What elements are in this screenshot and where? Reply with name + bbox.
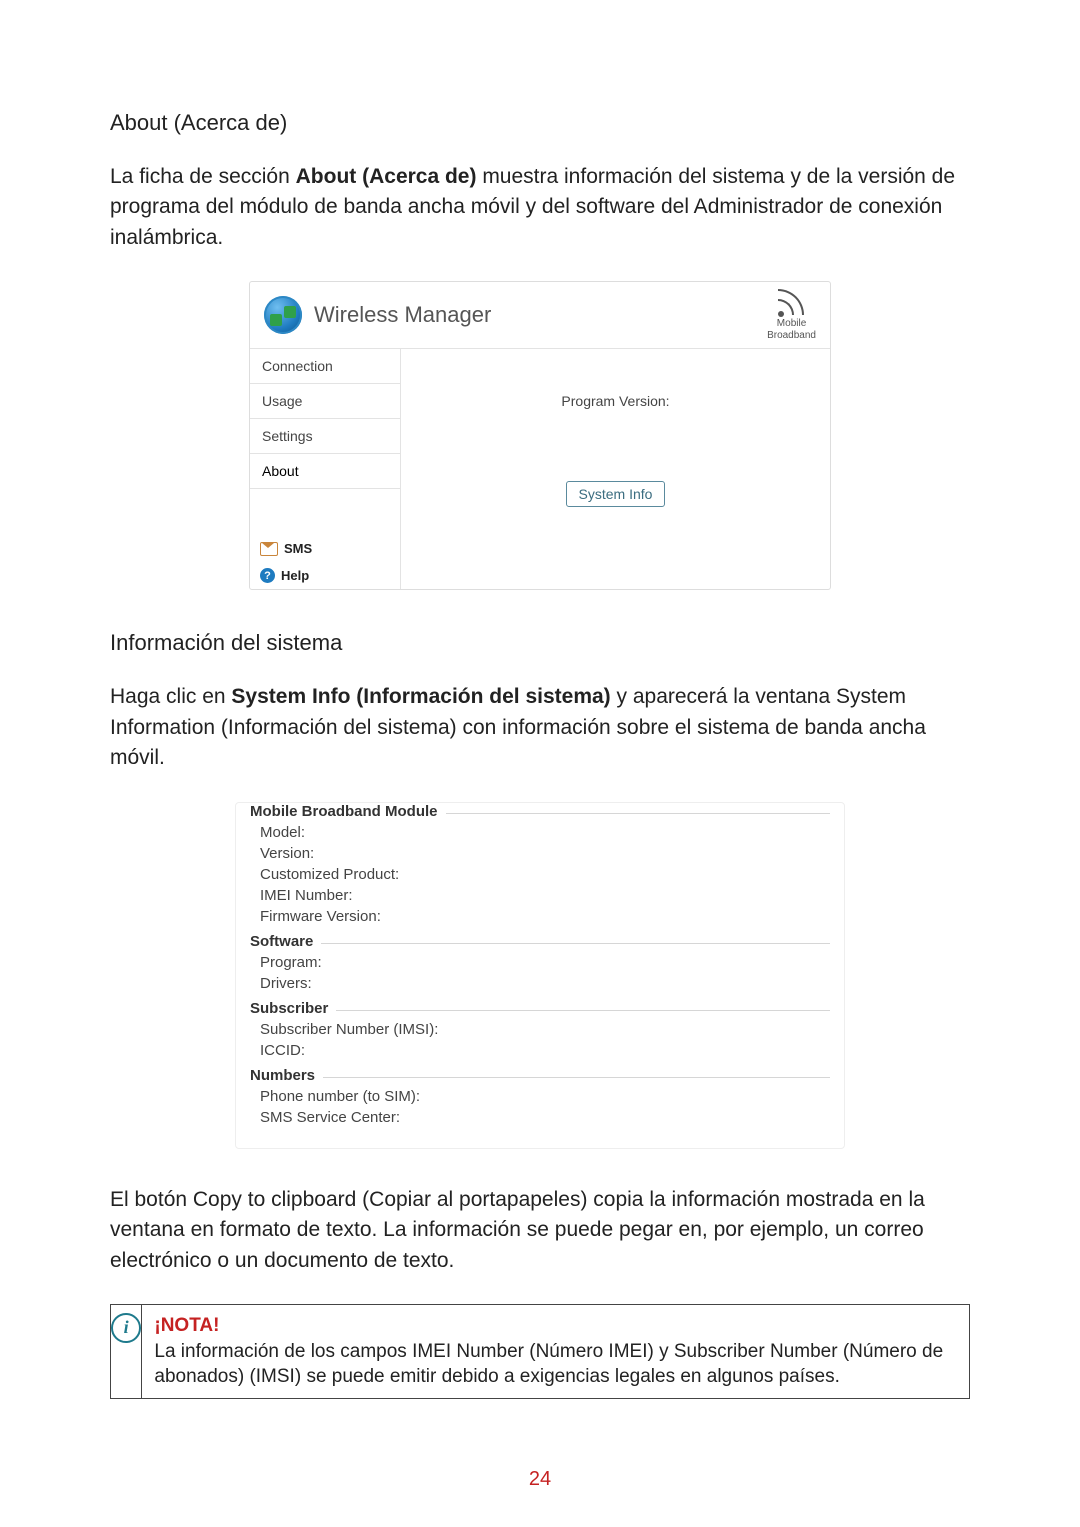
tab-usage[interactable]: Usage bbox=[250, 384, 400, 419]
group-software: Software Program: Drivers: bbox=[250, 943, 830, 1004]
group-title-mbm: Mobile Broadband Module bbox=[250, 803, 446, 820]
note-text: La información de los campos IMEI Number… bbox=[154, 1341, 943, 1388]
field-customized-product: Customized Product: bbox=[256, 864, 824, 885]
signal-arc-icon bbox=[778, 289, 806, 317]
group-title-numbers: Numbers bbox=[250, 1067, 323, 1084]
mobile-broadband-logo: Mobile Broadband bbox=[767, 289, 816, 341]
brand-line1: Mobile bbox=[767, 319, 816, 329]
field-version: Version: bbox=[256, 843, 824, 864]
field-imei-number: IMEI Number: bbox=[256, 885, 824, 906]
sms-icon bbox=[260, 542, 278, 556]
wm-about-pane: Program Version: System Info bbox=[401, 349, 830, 589]
globe-signal-icon bbox=[264, 296, 302, 334]
group-mobile-broadband-module: Mobile Broadband Module Model: Version: … bbox=[250, 813, 830, 937]
sysinfo-para-pre: Haga clic en bbox=[110, 685, 231, 708]
section-heading: About (Acerca de) bbox=[110, 110, 970, 136]
help-link-label: Help bbox=[281, 568, 309, 583]
section-intro-bold: About (Acerca de) bbox=[296, 165, 477, 188]
help-icon: ? bbox=[260, 568, 275, 583]
tab-about[interactable]: About bbox=[250, 454, 400, 489]
info-icon: i bbox=[111, 1313, 141, 1343]
note-box: i ¡NOTA! La información de los campos IM… bbox=[110, 1304, 970, 1399]
sms-link[interactable]: SMS bbox=[250, 535, 400, 562]
field-phone-to-sim: Phone number (to SIM): bbox=[256, 1086, 824, 1107]
system-information-window: Mobile Broadband Module Model: Version: … bbox=[235, 802, 845, 1149]
field-firmware-version: Firmware Version: bbox=[256, 906, 824, 927]
group-subscriber: Subscriber Subscriber Number (IMSI): ICC… bbox=[250, 1010, 830, 1071]
group-numbers: Numbers Phone number (to SIM): SMS Servi… bbox=[250, 1077, 830, 1138]
brand-line2: Broadband bbox=[767, 331, 816, 341]
wm-sidebar: Connection Usage Settings About SMS ? He… bbox=[250, 349, 401, 589]
copy-clipboard-paragraph: El botón Copy to clipboard (Copiar al po… bbox=[110, 1185, 970, 1276]
wm-header: Wireless Manager Mobile Broadband bbox=[250, 282, 830, 349]
group-title-subscriber: Subscriber bbox=[250, 1000, 336, 1017]
note-title: ¡NOTA! bbox=[154, 1315, 219, 1336]
sysinfo-paragraph: Haga clic en System Info (Información de… bbox=[110, 682, 970, 773]
wm-title: Wireless Manager bbox=[314, 302, 491, 328]
sysinfo-para-bold: System Info (Información del sistema) bbox=[231, 685, 610, 708]
sysinfo-subheading: Información del sistema bbox=[110, 630, 970, 656]
note-body: ¡NOTA! La información de los campos IMEI… bbox=[142, 1305, 969, 1398]
section-intro-pre: La ficha de sección bbox=[110, 165, 296, 188]
group-title-software: Software bbox=[250, 933, 321, 950]
sms-link-label: SMS bbox=[284, 541, 312, 556]
section-intro: La ficha de sección About (Acerca de) mu… bbox=[110, 162, 970, 253]
program-version-label: Program Version: bbox=[561, 393, 669, 409]
tab-connection[interactable]: Connection bbox=[250, 349, 400, 384]
field-imsi: Subscriber Number (IMSI): bbox=[256, 1019, 824, 1040]
field-iccid: ICCID: bbox=[256, 1040, 824, 1061]
note-icon-cell: i bbox=[111, 1305, 142, 1398]
wireless-manager-window: Wireless Manager Mobile Broadband Connec… bbox=[249, 281, 831, 590]
field-program: Program: bbox=[256, 952, 824, 973]
help-link[interactable]: ? Help bbox=[250, 562, 400, 589]
tab-settings[interactable]: Settings bbox=[250, 419, 400, 454]
page-number: 24 bbox=[0, 1468, 1080, 1491]
system-info-button[interactable]: System Info bbox=[566, 481, 666, 507]
field-drivers: Drivers: bbox=[256, 973, 824, 994]
field-model: Model: bbox=[256, 822, 824, 843]
field-sms-service-center: SMS Service Center: bbox=[256, 1107, 824, 1128]
